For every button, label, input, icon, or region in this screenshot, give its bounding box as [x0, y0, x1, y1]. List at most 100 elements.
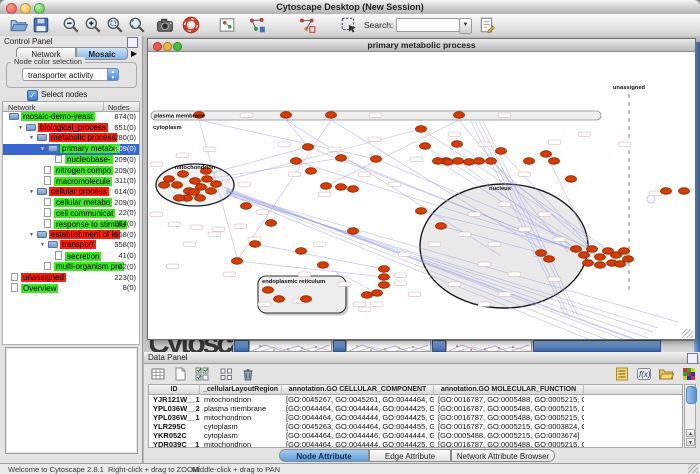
- tree-item[interactable]: Overview8(0): [3, 283, 139, 294]
- network-node[interactable]: [250, 241, 261, 248]
- table-scrollbar[interactable]: ▲ ▼: [684, 384, 696, 448]
- minimize-window-button[interactable]: [20, 3, 31, 14]
- background-window-preview[interactable]: [346, 340, 431, 352]
- network-node[interactable]: [587, 246, 598, 253]
- scrollbar-thumb[interactable]: [686, 386, 697, 404]
- network-node[interactable]: [541, 151, 552, 158]
- network-node[interactable]: [452, 141, 463, 148]
- zoom-window-button[interactable]: [34, 3, 45, 14]
- color-attribute-select[interactable]: transporter activity: [22, 68, 119, 81]
- background-window-titlebar[interactable]: [333, 340, 346, 352]
- disclosure-triangle-icon[interactable]: ▼: [29, 135, 37, 141]
- attribute-browser-tab[interactable]: Network Attribute Browser: [451, 449, 555, 462]
- table-row[interactable]: YJR121W__1mitochondrion[GO:0045267, GO:0…: [149, 395, 682, 404]
- attribute-matrix-icon[interactable]: [681, 366, 697, 382]
- background-window-titlebar[interactable]: [432, 340, 446, 352]
- network-window-titlebar[interactable]: primary metabolic process: [148, 39, 695, 52]
- create-view-icon[interactable]: [248, 16, 266, 34]
- search-input[interactable]: [396, 18, 460, 32]
- disclosure-triangle-icon[interactable]: ▼: [18, 125, 26, 131]
- tree-item[interactable]: multi-organism pro42(0): [3, 262, 139, 273]
- self-loop-edge[interactable]: [647, 195, 655, 203]
- tree-item[interactable]: response to stimulu264(0): [3, 219, 139, 230]
- network-node[interactable]: [266, 220, 277, 227]
- zoom-fit-icon[interactable]: [128, 16, 146, 34]
- network-node[interactable]: [159, 182, 170, 189]
- network-node[interactable]: [371, 156, 382, 163]
- snapshot-camera-icon[interactable]: [156, 16, 174, 34]
- network-edge[interactable]: [199, 120, 376, 159]
- network-node[interactable]: [303, 144, 314, 151]
- close-view-button[interactable]: [153, 42, 162, 51]
- birds-eye-view[interactable]: [5, 347, 138, 454]
- network-node[interactable]: [296, 248, 307, 255]
- network-node[interactable]: [174, 195, 185, 202]
- tab-overflow-arrow-icon[interactable]: ▶: [131, 49, 137, 58]
- destroy-view-icon[interactable]: [298, 16, 316, 34]
- attribute-list-icon[interactable]: [614, 366, 630, 382]
- tree-item[interactable]: ▼primary metabo209(0): [3, 144, 139, 155]
- zoom-view-button[interactable]: [173, 42, 182, 51]
- tree-item[interactable]: unassigned223(0): [3, 273, 139, 284]
- network-node[interactable]: [566, 176, 577, 183]
- network-node[interactable]: [623, 256, 634, 263]
- network-node[interactable]: [524, 158, 535, 165]
- network-canvas[interactable]: plasma membranecytoplasmmitochondrionnuc…: [148, 52, 695, 339]
- float-panel-icon[interactable]: [127, 37, 138, 48]
- window-resize-grip[interactable]: [682, 329, 693, 338]
- network-node[interactable]: [321, 183, 332, 190]
- network-node[interactable]: [379, 266, 390, 273]
- tree-item[interactable]: ▼metabolic process280(0): [3, 133, 139, 144]
- tree-item[interactable]: nucleobase-209(0): [3, 155, 139, 166]
- network-node[interactable]: [679, 188, 690, 195]
- network-node[interactable]: [379, 274, 390, 281]
- app-resize-grip[interactable]: [688, 464, 698, 473]
- tree-item[interactable]: ▼cellular process614(0): [3, 187, 139, 198]
- column-header[interactable]: annotation.GO MOLECULAR_FUNCTION: [434, 385, 584, 395]
- network-node[interactable]: [172, 182, 183, 189]
- attribute-table-icon[interactable]: [150, 366, 166, 382]
- network-node[interactable]: [615, 261, 626, 268]
- function-builder-icon[interactable]: [636, 366, 652, 382]
- attribute-table-header[interactable]: ID_cellularLayoutRegionannotation.GO CEL…: [149, 385, 682, 395]
- select-mode-icon[interactable]: [340, 16, 358, 34]
- disclosure-triangle-icon[interactable]: ▼: [40, 242, 48, 248]
- network-node[interactable]: [619, 248, 630, 255]
- tree-item[interactable]: mosaic-demo-yeast874(0): [3, 112, 139, 123]
- new-attribute-icon[interactable]: [172, 366, 188, 382]
- help-lifering-icon[interactable]: [182, 16, 200, 34]
- network-node[interactable]: [306, 168, 317, 175]
- zoom-in-icon[interactable]: [84, 16, 102, 34]
- attribute-browser-tab[interactable]: Node Attribute Browser: [279, 449, 369, 462]
- network-node[interactable]: [274, 296, 285, 303]
- background-window-preview[interactable]: [249, 340, 332, 352]
- network-node[interactable]: [436, 223, 447, 230]
- network-node[interactable]: [206, 188, 217, 195]
- tree-item[interactable]: macromolecule311(0): [3, 176, 139, 187]
- network-node[interactable]: [263, 287, 274, 294]
- tree-item[interactable]: ▼transport558(0): [3, 240, 139, 251]
- scroll-down-icon[interactable]: ▼: [686, 438, 695, 446]
- save-session-icon[interactable]: [32, 16, 50, 34]
- tree-item[interactable]: cellular metabo209(0): [3, 198, 139, 209]
- table-row[interactable]: YKR052Ccytoplasm[GO:0044464, GO:0044446,…: [149, 431, 682, 440]
- tree-item[interactable]: nitrogen compo209(0): [3, 166, 139, 177]
- open-session-icon[interactable]: [10, 16, 28, 34]
- network-node[interactable]: [571, 246, 582, 253]
- network-node[interactable]: [661, 188, 672, 195]
- network-node[interactable]: [379, 282, 390, 289]
- network-node[interactable]: [536, 250, 547, 257]
- table-row[interactable]: YLR295Ccytoplasm[GO:0045263, GO:0044464,…: [149, 422, 682, 431]
- network-node[interactable]: [579, 252, 590, 259]
- tree-item[interactable]: secretion41(0): [3, 251, 139, 262]
- data-panel-titlebar[interactable]: Data Panel: [144, 352, 700, 364]
- network-node[interactable]: [416, 208, 427, 215]
- network-node[interactable]: [486, 158, 497, 165]
- table-row[interactable]: YPL036W__2plasma membrane[GO:0044464, GO…: [149, 404, 682, 413]
- network-node[interactable]: [195, 195, 206, 202]
- float-panel-icon[interactable]: [687, 353, 698, 364]
- network-node[interactable]: [190, 178, 201, 185]
- network-node[interactable]: [189, 189, 200, 196]
- network-node[interactable]: [416, 126, 427, 133]
- table-row[interactable]: YPL036W__1mitochondrion[GO:0044464, GO:0…: [149, 413, 682, 422]
